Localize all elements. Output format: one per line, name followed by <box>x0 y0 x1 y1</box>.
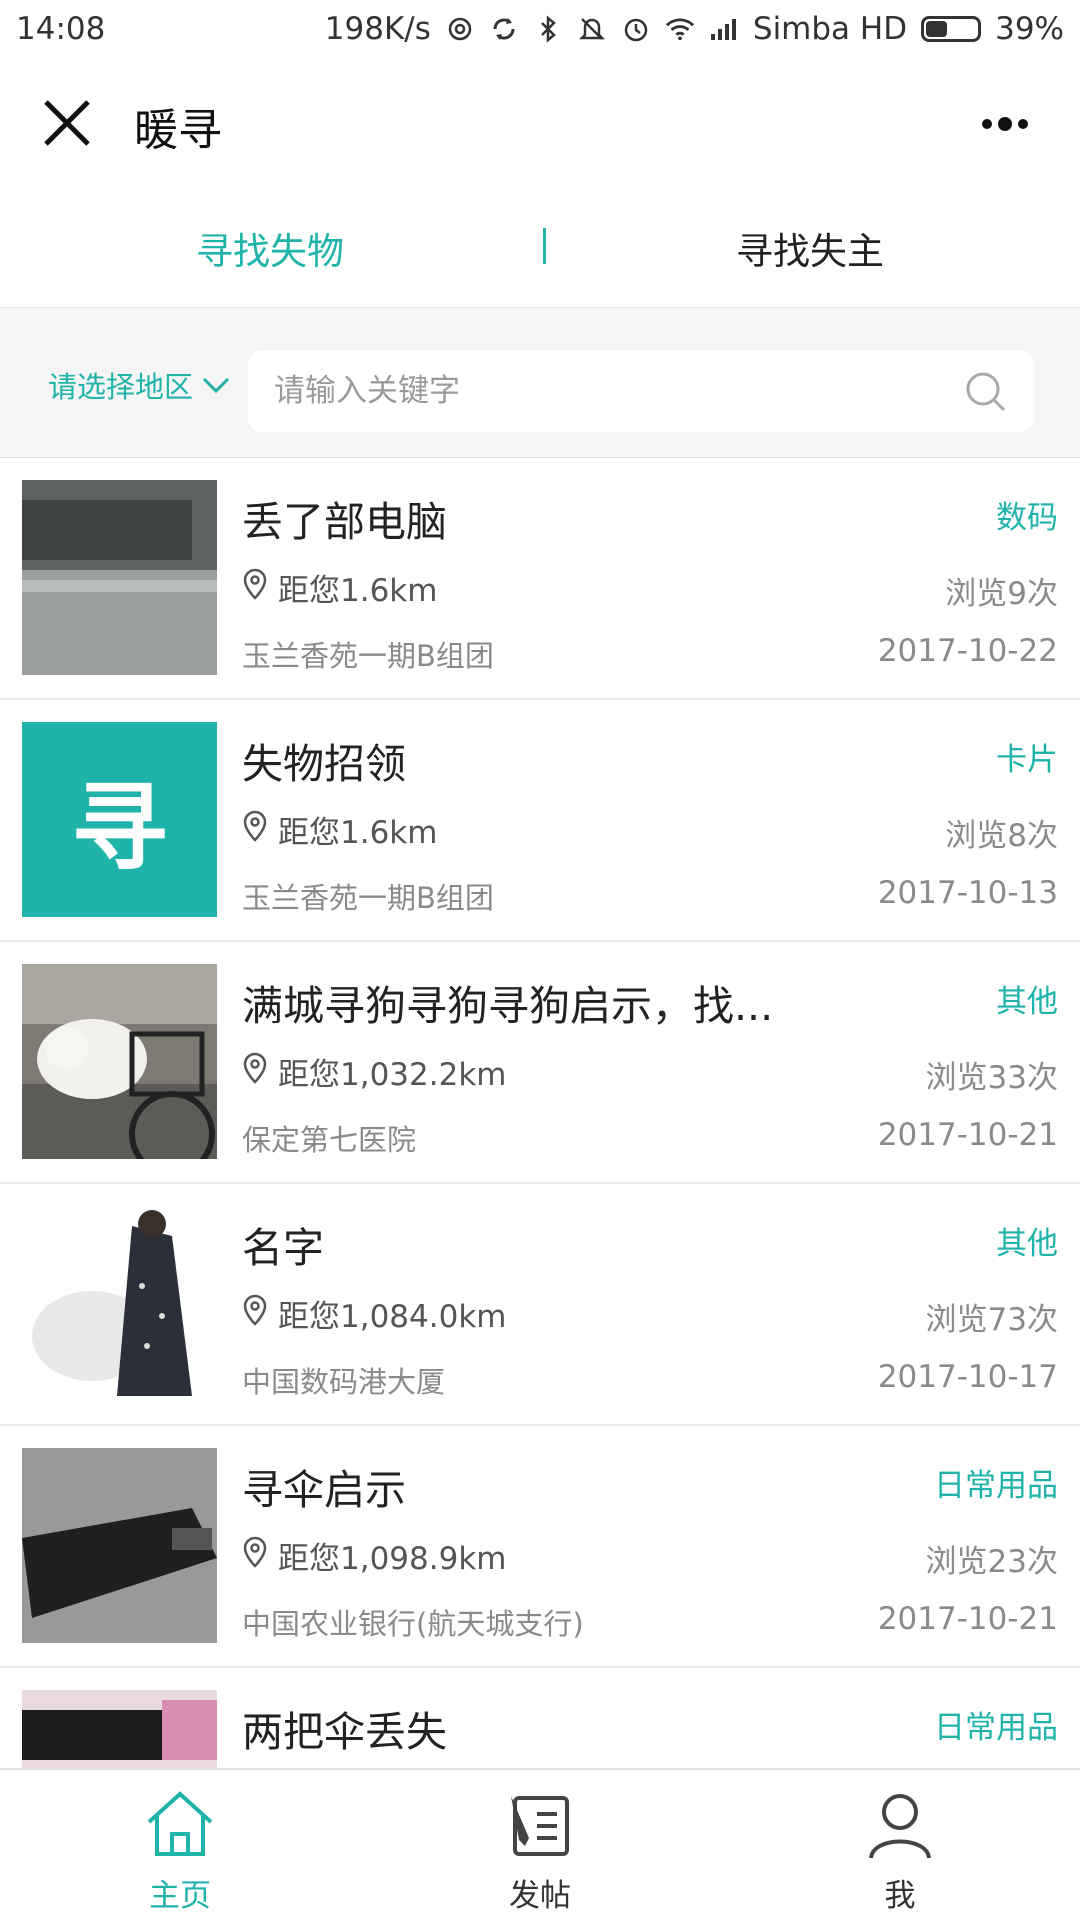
location-pin-icon <box>242 810 268 850</box>
nav-me-label: 我 <box>884 1878 916 1914</box>
item-location: 玉兰香苑一期B组团 <box>242 639 494 673</box>
item-views: 浏览8次 <box>945 818 1058 854</box>
item-category: 其他 <box>996 984 1058 1020</box>
item-location: 玉兰香苑一期B组团 <box>242 881 494 915</box>
item-location: 中国农业银行(航天城支行) <box>242 1607 584 1641</box>
nav-post-label: 发帖 <box>509 1878 571 1914</box>
tab-find-owner[interactable]: 寻找失主 <box>540 221 1080 275</box>
item-title: 两把伞丢失 <box>242 1708 447 1756</box>
user-icon <box>869 1794 931 1859</box>
post-icon <box>511 1796 569 1856</box>
close-icon[interactable] <box>40 96 94 150</box>
nav-me[interactable]: 我 <box>720 1770 1080 1920</box>
tab-find-lost-item[interactable]: 寻找失物 <box>0 221 540 275</box>
tab-bar: 寻找失物 寻找失主 <box>0 188 1080 308</box>
item-distance: 距您1.6km <box>242 807 437 852</box>
location-pin-icon <box>242 568 268 608</box>
item-distance-text: 距您1.6km <box>278 815 438 851</box>
item-title: 失物招领 <box>242 740 406 788</box>
item-date: 2017-10-17 <box>877 1359 1058 1395</box>
item-title: 丢了部电脑 <box>242 498 447 546</box>
item-date: 2017-10-21 <box>877 1601 1058 1637</box>
list-item[interactable]: 丢了部电脑 数码 距您1.6km 浏览9次 玉兰香苑一期B组团 2017-10-… <box>0 458 1080 700</box>
item-views: 浏览33次 <box>925 1060 1058 1096</box>
network-speed: 198K/s <box>324 11 431 47</box>
location-pin-icon <box>242 1536 268 1576</box>
item-distance: 距您1,098.9km <box>242 1533 506 1578</box>
item-date: 2017-10-13 <box>877 875 1058 911</box>
item-category: 卡片 <box>996 742 1058 778</box>
search-icon[interactable] <box>964 370 1008 414</box>
tab-divider <box>543 228 546 264</box>
location-pin-icon <box>242 1294 268 1334</box>
item-distance-text: 距您1,084.0km <box>278 1299 507 1335</box>
umbrellas-photo <box>22 1690 217 1768</box>
item-location: 中国数码港大厦 <box>242 1365 446 1399</box>
item-distance: 距您1,032.2km <box>242 1049 506 1094</box>
status-icons: 198K/s Simba HD 39% <box>325 11 1064 47</box>
dog-photo <box>22 964 217 1159</box>
item-distance-text: 距您1,098.9km <box>278 1541 507 1577</box>
wifi-icon <box>665 14 695 44</box>
search-area: 请选择地区 <box>0 308 1080 458</box>
chevron-down-icon <box>201 368 231 402</box>
location-pin-icon <box>242 1052 268 1092</box>
item-distance: 距您1,084.0km <box>242 1291 506 1336</box>
umbrella-photo <box>22 1448 217 1643</box>
mute-icon <box>577 14 607 44</box>
item-title: 名字 <box>242 1224 324 1272</box>
status-time: 14:08 <box>16 11 106 47</box>
nav-bar: 暖寻 <box>0 58 1080 188</box>
item-date: 2017-10-21 <box>877 1117 1058 1153</box>
item-distance-text: 距您1,032.2km <box>278 1057 507 1093</box>
battery-percent: 39% <box>995 11 1064 47</box>
nav-home-label: 主页 <box>149 1878 211 1914</box>
item-distance: 距您1.6km <box>242 565 437 610</box>
item-category: 日常用品 <box>934 1710 1058 1746</box>
item-views: 浏览23次 <box>925 1544 1058 1580</box>
item-category: 数码 <box>996 500 1058 536</box>
more-icon[interactable] <box>970 104 1040 144</box>
xun-logo: 寻 <box>22 722 217 917</box>
item-views: 浏览9次 <box>945 576 1058 612</box>
item-category: 其他 <box>996 1226 1058 1262</box>
item-distance-text: 距您1.6km <box>278 573 438 609</box>
bluetooth-icon <box>533 14 563 44</box>
app-page: 14:08 198K/s Simba HD 39% 暖寻 寻找失物 寻找失主 请… <box>0 0 1080 1920</box>
nav-home[interactable]: 主页 <box>0 1770 360 1920</box>
battery-icon <box>921 16 982 42</box>
nav-post[interactable]: 发帖 <box>360 1770 720 1920</box>
item-views: 浏览73次 <box>925 1302 1058 1338</box>
sync-icon <box>489 14 519 44</box>
status-bar: 14:08 198K/s Simba HD 39% <box>0 0 1080 58</box>
page-title: 暖寻 <box>134 105 222 156</box>
region-select-label: 请选择地区 <box>48 370 194 404</box>
list-item[interactable]: 两把伞丢失 日常用品 <box>0 1668 1080 1768</box>
item-category: 日常用品 <box>934 1468 1058 1504</box>
signal-icon <box>709 14 739 44</box>
list-item[interactable]: 满城寻狗寻狗寻狗启示，找... 其他 距您1,032.2km 浏览33次 保定第… <box>0 942 1080 1184</box>
search-input[interactable] <box>274 366 914 416</box>
item-location: 保定第七医院 <box>242 1123 417 1157</box>
carrier-name: Simba HD <box>752 11 908 47</box>
list-item[interactable]: 寻 失物招领 卡片 距您1.6km 浏览8次 玉兰香苑一期B组团 2017-10… <box>0 700 1080 942</box>
item-title: 满城寻狗寻狗寻狗启示，找... <box>242 982 774 1030</box>
xun-logo-text: 寻 <box>71 772 168 884</box>
scooter-photo <box>22 1206 217 1401</box>
item-date: 2017-10-22 <box>877 633 1058 669</box>
item-title: 寻伞启示 <box>242 1466 406 1514</box>
search-box <box>248 350 1034 432</box>
home-icon <box>147 1791 213 1856</box>
bottom-nav: 主页 发帖 我 <box>0 1768 1080 1920</box>
laptop-photo <box>22 480 217 675</box>
list-item[interactable]: 寻伞启示 日常用品 距您1,098.9km 浏览23次 中国农业银行(航天城支行… <box>0 1426 1080 1668</box>
item-list: 丢了部电脑 数码 距您1.6km 浏览9次 玉兰香苑一期B组团 2017-10-… <box>0 458 1080 1768</box>
list-item[interactable]: 名字 其他 距您1,084.0km 浏览73次 中国数码港大厦 2017-10-… <box>0 1184 1080 1426</box>
region-select[interactable]: 请选择地区 <box>48 364 231 406</box>
alarm-icon <box>621 14 651 44</box>
hotspot-icon <box>445 14 475 44</box>
